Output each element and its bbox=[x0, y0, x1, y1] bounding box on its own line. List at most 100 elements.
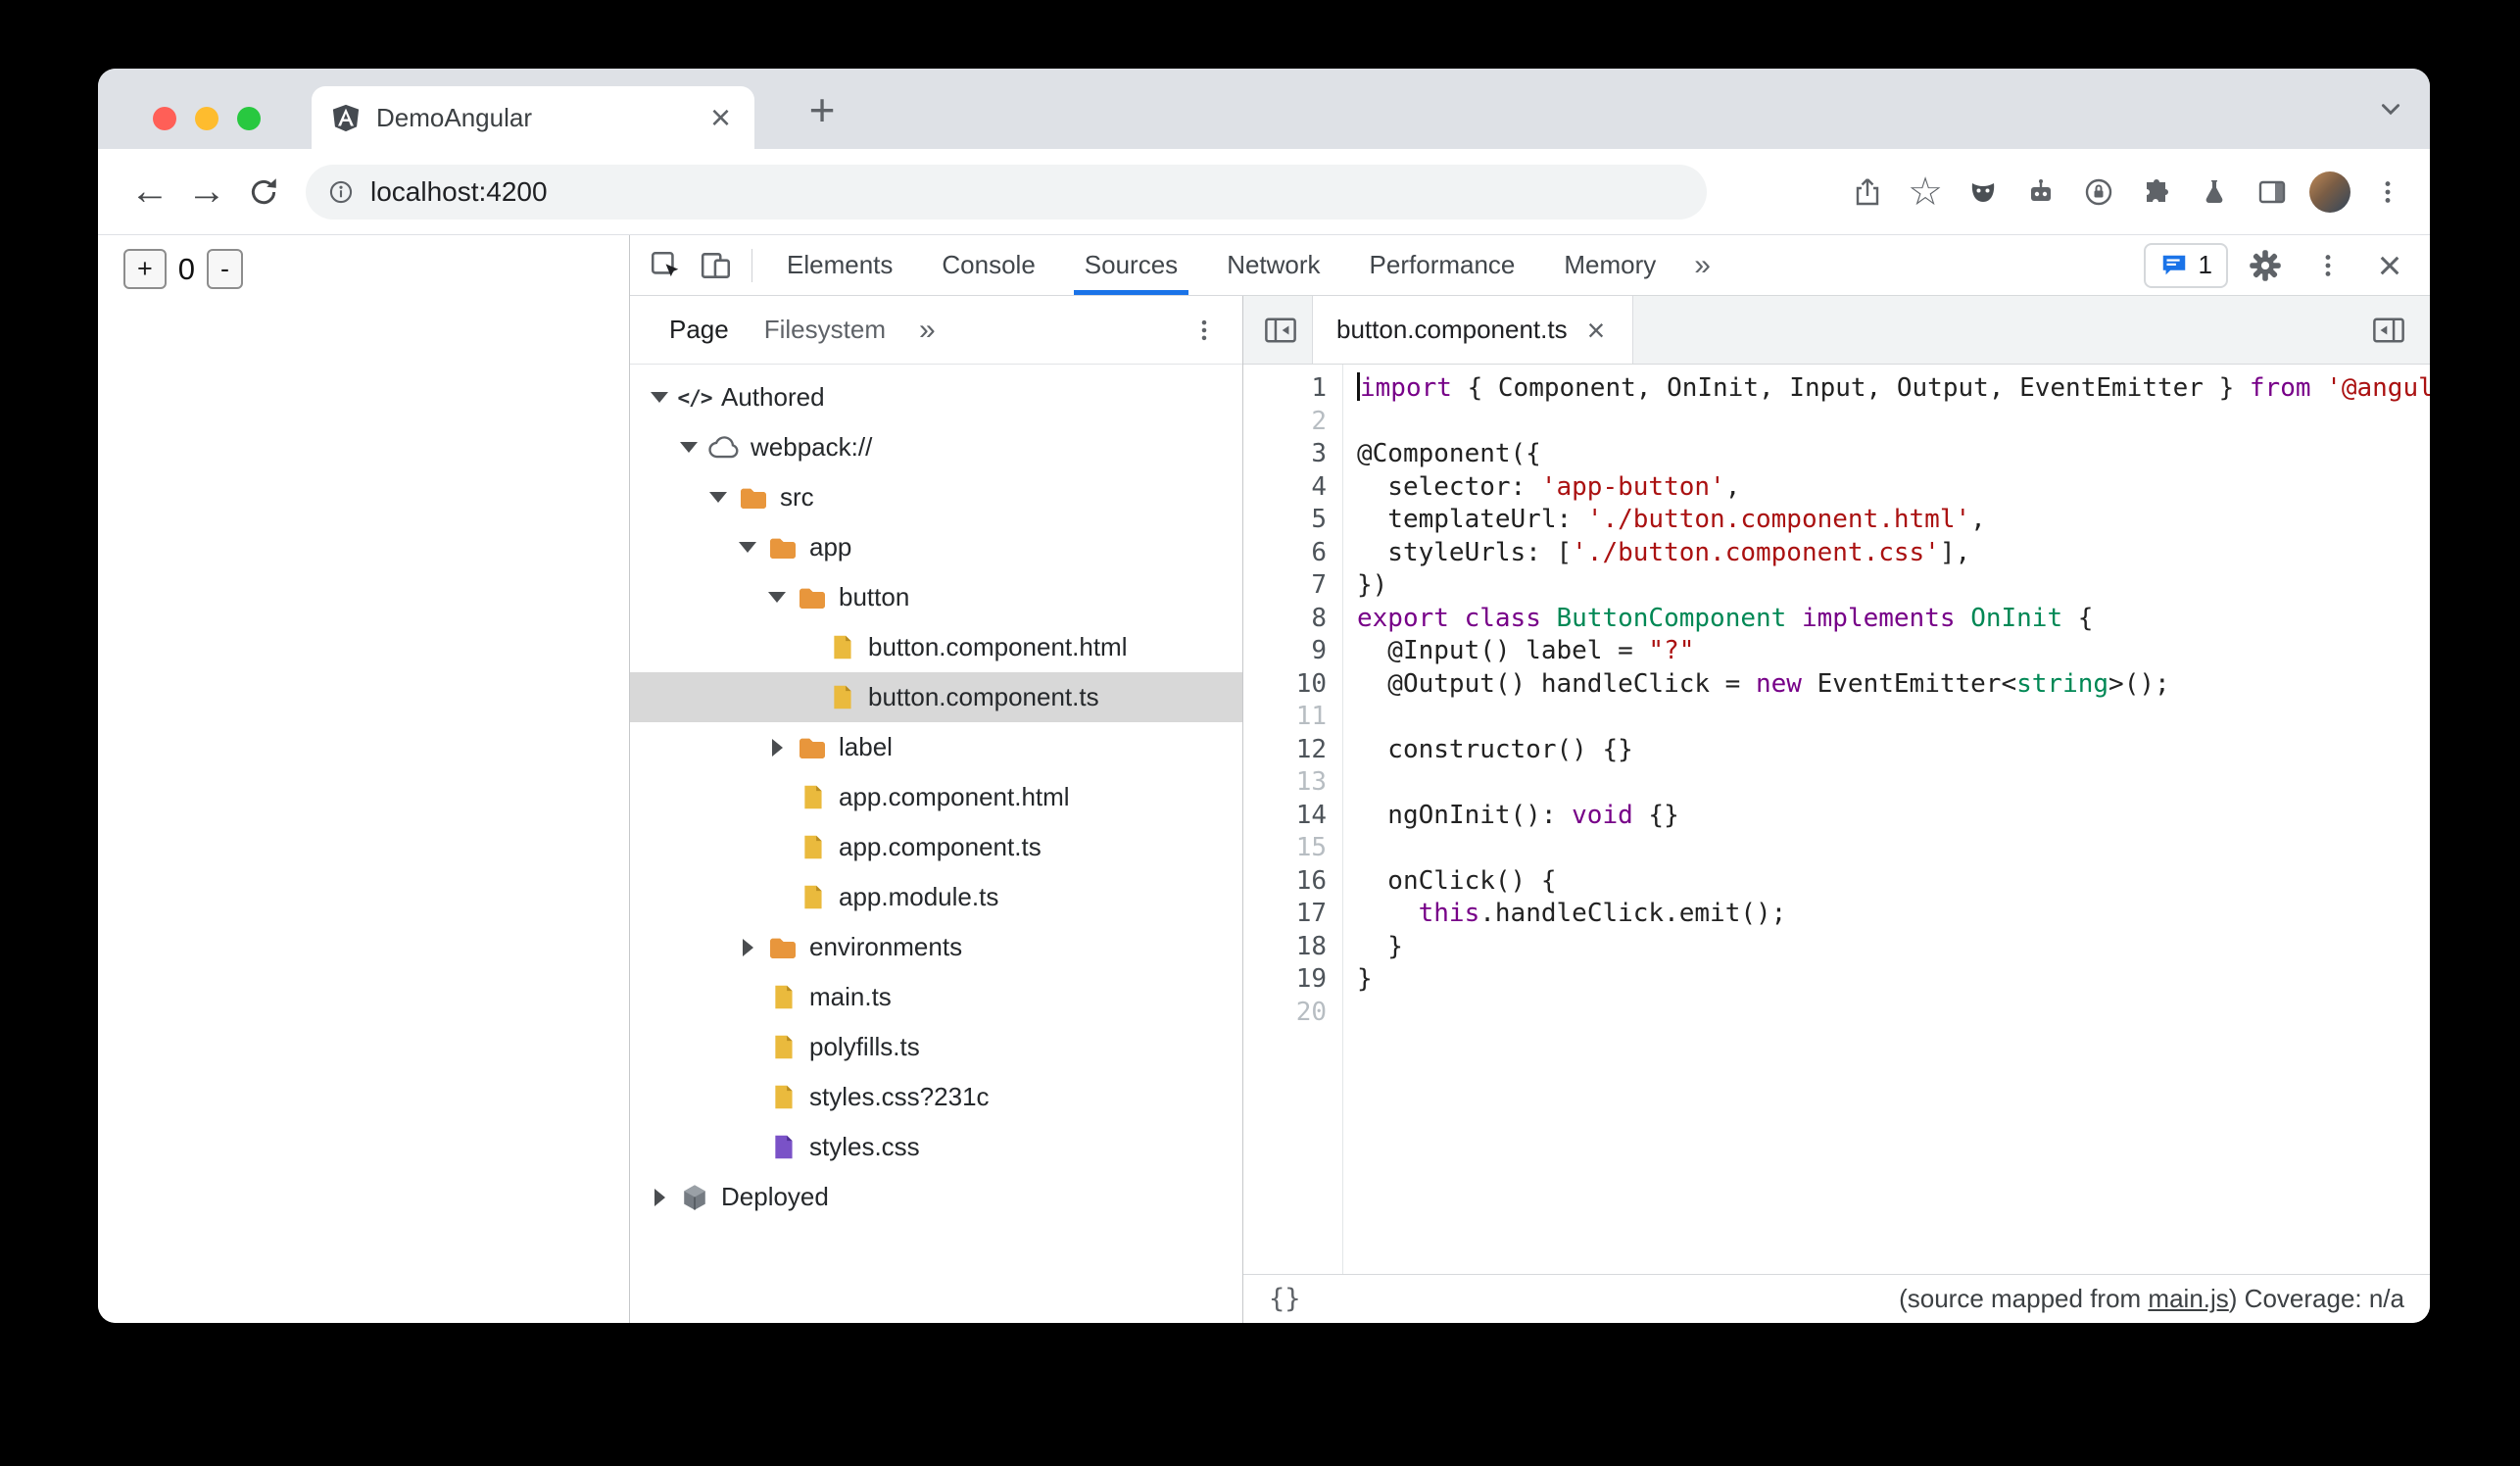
code-line[interactable]: constructor() {} bbox=[1357, 734, 2430, 767]
tree-item-environments[interactable]: environments bbox=[630, 922, 1242, 972]
code-line[interactable]: import { Component, OnInit, Input, Outpu… bbox=[1357, 372, 2430, 406]
line-number[interactable]: 9 bbox=[1243, 635, 1327, 668]
code-line[interactable] bbox=[1357, 701, 2430, 734]
back-button[interactable]: ← bbox=[121, 164, 178, 220]
line-number[interactable]: 1 bbox=[1243, 372, 1327, 406]
profile-avatar[interactable] bbox=[2307, 170, 2352, 215]
pretty-print-button[interactable]: {} bbox=[1269, 1284, 1301, 1314]
tree-disclosure-icon[interactable] bbox=[673, 442, 704, 453]
navigator-tab-filesystem[interactable]: Filesystem bbox=[747, 296, 903, 364]
line-number[interactable]: 3 bbox=[1243, 438, 1327, 471]
zoom-window-button[interactable] bbox=[237, 107, 261, 130]
tab-search-chevron-icon[interactable] bbox=[2379, 98, 2402, 126]
line-number[interactable]: 14 bbox=[1243, 800, 1327, 833]
tab-console[interactable]: Console bbox=[917, 235, 1059, 295]
tree-item-button[interactable]: button bbox=[630, 572, 1242, 622]
code-area[interactable]: 1 2 3 4 5 6 7 8 9 10 11 12 13 14 15 16 17 18 19 20 import {… bbox=[1243, 365, 2430, 1274]
tree-item-label[interactable]: label bbox=[630, 722, 1242, 772]
code-line[interactable]: @Input() label = "?" bbox=[1357, 635, 2430, 668]
extensions-puzzle-icon[interactable] bbox=[2134, 170, 2179, 215]
code-line[interactable] bbox=[1357, 997, 2430, 1030]
console-messages-button[interactable]: 1 bbox=[2143, 242, 2228, 288]
tab-elements[interactable]: Elements bbox=[762, 235, 917, 295]
more-panels-icon[interactable]: » bbox=[1680, 249, 1724, 282]
line-number[interactable]: 6 bbox=[1243, 537, 1327, 570]
tab-sources[interactable]: Sources bbox=[1060, 235, 1202, 295]
more-navigator-tabs-icon[interactable]: » bbox=[903, 314, 951, 347]
code-line[interactable]: @Component({ bbox=[1357, 438, 2430, 471]
collapse-debugger-sidebar-icon[interactable] bbox=[2361, 303, 2416, 358]
line-number[interactable]: 11 bbox=[1243, 701, 1327, 734]
line-number[interactable]: 4 bbox=[1243, 471, 1327, 505]
tree-item-authored[interactable]: </> Authored bbox=[630, 372, 1242, 422]
extension-lock-icon[interactable] bbox=[2076, 170, 2121, 215]
bookmark-star-icon[interactable]: ☆ bbox=[1903, 170, 1948, 215]
tree-item-app-module-ts[interactable]: app.module.ts bbox=[630, 872, 1242, 922]
code-line[interactable]: } bbox=[1357, 931, 2430, 964]
tab-close-icon[interactable]: × bbox=[706, 100, 735, 135]
tree-item-app[interactable]: app bbox=[630, 522, 1242, 572]
devtools-menu-icon[interactable] bbox=[2302, 240, 2353, 291]
inspect-element-icon[interactable] bbox=[640, 240, 691, 291]
code-line[interactable] bbox=[1357, 766, 2430, 800]
browser-menu-icon[interactable] bbox=[2365, 170, 2410, 215]
code-line[interactable]: ngOnInit(): void {} bbox=[1357, 800, 2430, 833]
tree-item-polyfills-ts[interactable]: polyfills.ts bbox=[630, 1022, 1242, 1072]
line-number[interactable]: 16 bbox=[1243, 865, 1327, 899]
extension-robot-icon[interactable] bbox=[2018, 170, 2063, 215]
code-content[interactable]: import { Component, OnInit, Input, Outpu… bbox=[1343, 365, 2430, 1274]
increment-button[interactable]: + bbox=[123, 249, 167, 289]
line-number[interactable]: 15 bbox=[1243, 832, 1327, 865]
code-line[interactable]: @Output() handleClick = new EventEmitter… bbox=[1357, 668, 2430, 702]
site-info-icon[interactable] bbox=[327, 178, 355, 206]
new-tab-button[interactable]: + bbox=[796, 83, 848, 136]
code-line[interactable]: selector: 'app-button', bbox=[1357, 471, 2430, 505]
extension-flask-icon[interactable] bbox=[2192, 170, 2237, 215]
tab-memory[interactable]: Memory bbox=[1539, 235, 1680, 295]
device-toolbar-icon[interactable] bbox=[691, 240, 742, 291]
navigator-menu-icon[interactable] bbox=[1182, 308, 1227, 353]
line-number[interactable]: 2 bbox=[1243, 406, 1327, 439]
tab-network[interactable]: Network bbox=[1202, 235, 1344, 295]
line-number[interactable]: 10 bbox=[1243, 668, 1327, 702]
browser-tab-demoangular[interactable]: DemoAngular × bbox=[312, 86, 754, 149]
decrement-button[interactable]: - bbox=[207, 249, 244, 289]
tree-item-deployed[interactable]: Deployed bbox=[630, 1172, 1242, 1222]
editor-tab-close-icon[interactable]: × bbox=[1583, 315, 1610, 346]
tree-disclosure-icon[interactable] bbox=[761, 592, 793, 603]
editor-tab-button-component-ts[interactable]: button.component.ts × bbox=[1312, 296, 1634, 364]
tree-item-main-ts[interactable]: main.ts bbox=[630, 972, 1242, 1022]
share-icon[interactable] bbox=[1845, 170, 1890, 215]
tree-item-button-component-ts[interactable]: button.component.ts bbox=[630, 672, 1242, 722]
tree-disclosure-icon[interactable] bbox=[644, 1188, 675, 1206]
line-number[interactable]: 7 bbox=[1243, 569, 1327, 603]
line-number[interactable]: 8 bbox=[1243, 603, 1327, 636]
side-panel-icon[interactable] bbox=[2250, 170, 2295, 215]
line-number[interactable]: 17 bbox=[1243, 898, 1327, 931]
tree-item-app-component-html[interactable]: app.component.html bbox=[630, 772, 1242, 822]
line-number[interactable]: 5 bbox=[1243, 504, 1327, 537]
url-text[interactable]: localhost:4200 bbox=[370, 176, 548, 208]
forward-button[interactable]: → bbox=[178, 164, 235, 220]
code-line[interactable]: export class ButtonComponent implements … bbox=[1357, 603, 2430, 636]
code-line[interactable] bbox=[1357, 406, 2430, 439]
navigator-tab-page[interactable]: Page bbox=[652, 296, 747, 364]
line-number[interactable]: 19 bbox=[1243, 963, 1327, 997]
tree-disclosure-icon[interactable] bbox=[732, 938, 763, 956]
code-line[interactable] bbox=[1357, 832, 2430, 865]
tree-disclosure-icon[interactable] bbox=[732, 542, 763, 553]
tree-item-app-component-ts[interactable]: app.component.ts bbox=[630, 822, 1242, 872]
reload-button[interactable] bbox=[235, 164, 292, 220]
line-number[interactable]: 12 bbox=[1243, 734, 1327, 767]
code-line[interactable]: } bbox=[1357, 963, 2430, 997]
address-bar[interactable]: localhost:4200 bbox=[306, 164, 1707, 220]
code-line[interactable]: onClick() { bbox=[1357, 865, 2430, 899]
code-line[interactable]: this.handleClick.emit(); bbox=[1357, 898, 2430, 931]
code-line[interactable]: styleUrls: ['./button.component.css'], bbox=[1357, 537, 2430, 570]
code-line[interactable]: templateUrl: './button.component.html', bbox=[1357, 504, 2430, 537]
close-devtools-icon[interactable]: × bbox=[2365, 241, 2414, 290]
tab-performance[interactable]: Performance bbox=[1345, 235, 1540, 295]
tree-item-src[interactable]: src bbox=[630, 472, 1242, 522]
tree-disclosure-icon[interactable] bbox=[703, 492, 734, 503]
collapse-navigator-icon[interactable] bbox=[1253, 303, 1308, 358]
